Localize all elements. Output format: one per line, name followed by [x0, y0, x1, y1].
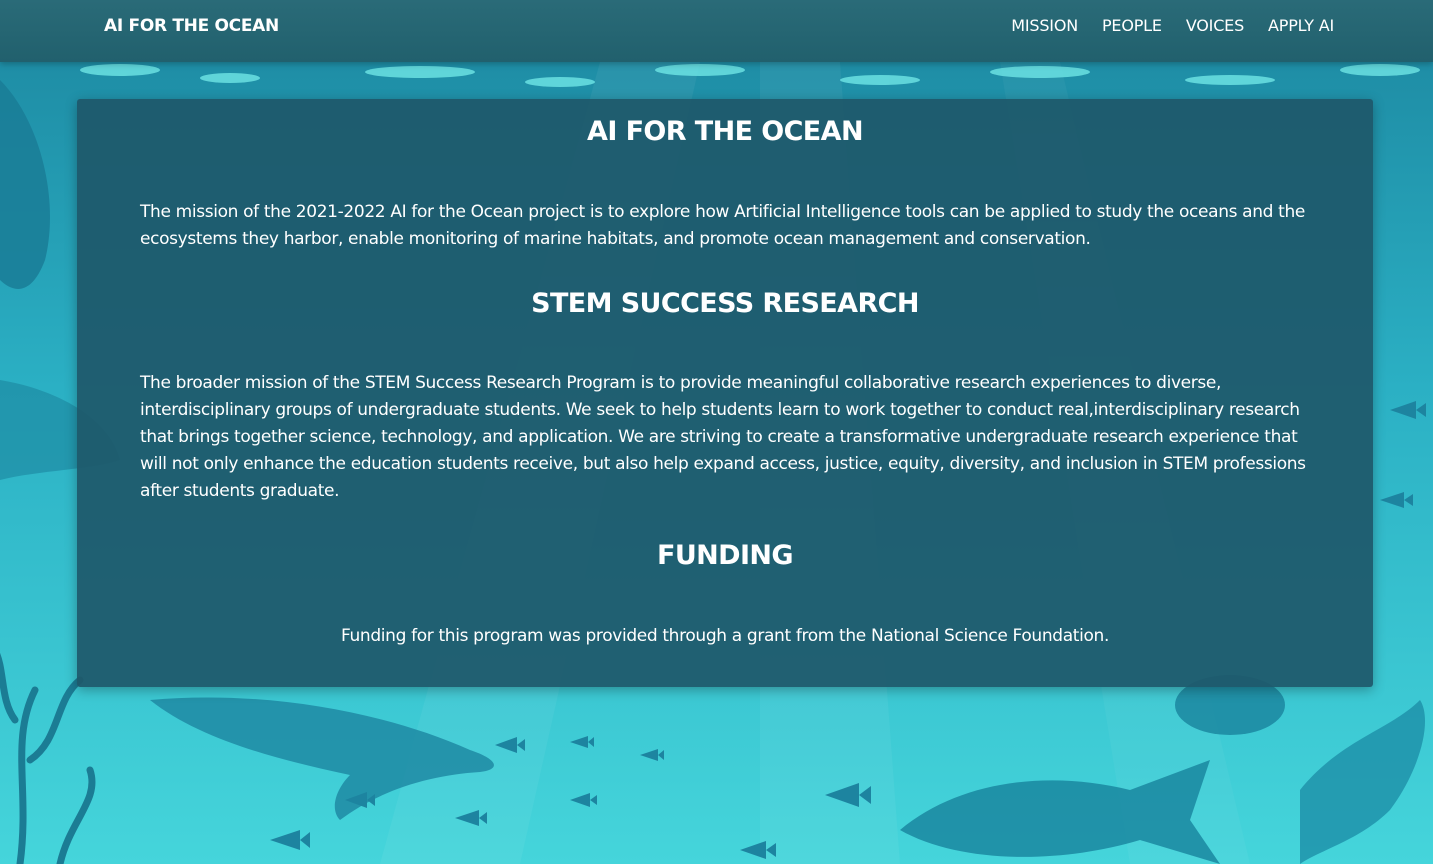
- top-navbar: AI FOR THE OCEAN MISSION PEOPLE VOICES A…: [0, 0, 1433, 62]
- nav-link-people[interactable]: PEOPLE: [1102, 16, 1162, 35]
- section-title-funding: FUNDING: [657, 540, 794, 571]
- content-card: AI FOR THE OCEAN The mission of the 2021…: [77, 99, 1373, 687]
- section-text-mission: The mission of the 2021-2022 AI for the …: [140, 202, 1306, 249]
- nav-link-voices[interactable]: VOICES: [1186, 16, 1244, 35]
- nav-link-apply-ai[interactable]: APPLY AI: [1268, 16, 1334, 35]
- nav-link-mission[interactable]: MISSION: [1011, 16, 1078, 35]
- section-text-funding: Funding for this program was provided th…: [341, 626, 1109, 646]
- section-title-stem-success-research: STEM SUCCESS RESEARCH: [531, 288, 919, 319]
- section-title-ai-for-the-ocean: AI FOR THE OCEAN: [587, 116, 864, 147]
- section-text-stem: The broader mission of the STEM Success …: [140, 373, 1306, 501]
- nav-links: MISSION PEOPLE VOICES APPLY AI: [1011, 16, 1334, 35]
- brand-link[interactable]: AI FOR THE OCEAN: [104, 16, 279, 36]
